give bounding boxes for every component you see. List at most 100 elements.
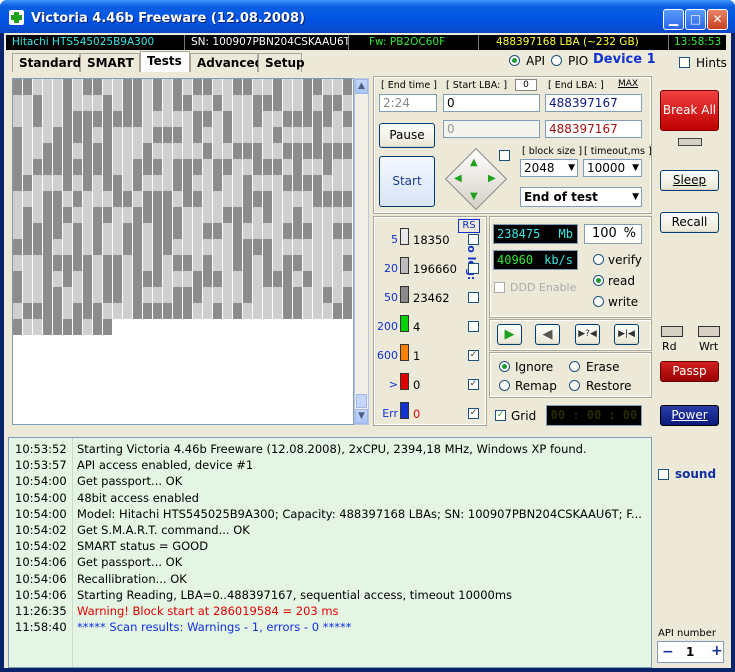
mode-write-radio[interactable] bbox=[593, 296, 604, 307]
pio-radio[interactable] bbox=[551, 55, 562, 66]
play-button[interactable]: ▶ bbox=[497, 324, 522, 345]
scan-block bbox=[113, 95, 122, 111]
passp-button[interactable]: Passp bbox=[660, 361, 719, 382]
scan-block bbox=[163, 223, 172, 239]
restore-radio[interactable] bbox=[569, 380, 580, 391]
scan-block bbox=[173, 207, 182, 223]
ddd-enable-checkbox[interactable] bbox=[494, 282, 505, 293]
scroll-up-button[interactable]: ▲ bbox=[355, 79, 368, 94]
scan-block bbox=[203, 239, 212, 255]
scan-map-scrollbar[interactable]: ▲ ▼ bbox=[354, 78, 369, 425]
scan-block bbox=[183, 143, 192, 159]
scan-block bbox=[333, 143, 342, 159]
to-log-checkbox[interactable] bbox=[468, 234, 479, 245]
scan-block bbox=[43, 111, 52, 127]
scroll-down-button[interactable]: ▼ bbox=[355, 409, 368, 424]
scan-block bbox=[83, 303, 92, 319]
log-message: Get passport... OK bbox=[77, 474, 183, 489]
title-bar[interactable]: Victoria 4.46b Freeware (12.08.2008) ▁ □… bbox=[0, 0, 735, 33]
latency-count: 0 bbox=[413, 407, 421, 421]
to-log-checkbox[interactable]: ✓ bbox=[468, 408, 479, 419]
block-size-select[interactable]: 2048 ▼ bbox=[520, 159, 578, 177]
mode-verify-radio[interactable] bbox=[593, 254, 604, 265]
scan-block bbox=[63, 319, 72, 335]
to-log-checkbox[interactable]: ✓ bbox=[468, 350, 479, 361]
scan-block bbox=[33, 111, 42, 127]
to-log-checkbox[interactable]: ✓ bbox=[468, 379, 479, 390]
scan-block bbox=[293, 255, 302, 271]
scan-block bbox=[263, 127, 272, 143]
scan-block bbox=[73, 79, 82, 95]
remap-radio[interactable] bbox=[499, 380, 510, 391]
scan-block bbox=[343, 127, 352, 143]
recall-button[interactable]: Recall bbox=[660, 212, 719, 233]
scan-block bbox=[293, 191, 302, 207]
log-time: 10:54:02 bbox=[15, 523, 67, 537]
tab-smart[interactable]: SMART bbox=[80, 53, 140, 72]
scan-map-grid bbox=[12, 78, 354, 425]
scan-block bbox=[213, 143, 222, 159]
to-log-checkbox[interactable] bbox=[468, 321, 479, 332]
api-radio[interactable] bbox=[509, 55, 520, 66]
erase-radio[interactable] bbox=[569, 361, 580, 372]
log-time: 10:54:00 bbox=[15, 490, 67, 505]
end-lba-field[interactable]: 488397167 bbox=[545, 94, 642, 112]
scan-block bbox=[123, 95, 132, 111]
scan-block bbox=[83, 271, 92, 287]
device-label[interactable]: Device 1 bbox=[593, 52, 656, 67]
scan-block bbox=[203, 191, 212, 207]
sleep-button[interactable]: Sleep bbox=[660, 170, 719, 191]
sound-checkbox[interactable] bbox=[658, 469, 669, 480]
scan-block bbox=[73, 255, 82, 271]
hints-checkbox[interactable] bbox=[679, 57, 690, 68]
to-log-checkbox[interactable] bbox=[468, 292, 479, 303]
mode-read-radio[interactable] bbox=[593, 275, 604, 286]
minimize-button[interactable]: ▁ bbox=[663, 9, 684, 30]
event-log[interactable]: 10:53:52 Starting Victoria 4.46b Freeware… bbox=[8, 437, 652, 668]
grid-checkbox[interactable]: ✓ bbox=[495, 410, 506, 421]
increment-button[interactable]: + bbox=[711, 643, 723, 659]
to-end-button[interactable]: ▶|◀ bbox=[614, 324, 639, 345]
scan-block bbox=[273, 287, 282, 303]
start-button[interactable]: Start bbox=[379, 156, 435, 207]
log-entry: 10:54:00 Model: Hitachi HTS545025B9A300; … bbox=[15, 507, 642, 521]
timeout-select[interactable]: 10000 ▼ bbox=[583, 159, 642, 177]
power-button[interactable]: Power bbox=[660, 405, 719, 426]
scan-block bbox=[343, 143, 352, 159]
maximize-button[interactable]: □ bbox=[685, 9, 706, 30]
start-lba-zero-button[interactable]: 0 bbox=[515, 79, 537, 91]
scan-block bbox=[133, 191, 142, 207]
end-time-field[interactable]: 2:24 bbox=[379, 94, 437, 112]
back-button[interactable]: ◀ bbox=[535, 324, 560, 345]
log-time: 11:26:35 bbox=[15, 604, 67, 618]
tab-advanced[interactable]: Advanced bbox=[190, 53, 263, 72]
ignore-radio[interactable] bbox=[499, 361, 510, 372]
scan-block bbox=[103, 287, 112, 303]
end-lba-max-button[interactable]: MAX bbox=[618, 79, 638, 89]
direction-checkbox[interactable] bbox=[499, 150, 510, 161]
scan-block bbox=[293, 111, 302, 127]
api-number-spinner[interactable]: − 1 + bbox=[657, 641, 724, 663]
scan-block bbox=[23, 239, 32, 255]
tab-tests[interactable]: Tests bbox=[140, 51, 190, 72]
tab-standard[interactable]: Standard bbox=[12, 53, 81, 72]
scan-block bbox=[43, 143, 52, 159]
scan-block bbox=[303, 175, 312, 191]
end-time-value: 2:24 bbox=[383, 96, 410, 110]
close-button[interactable]: ✕ bbox=[707, 9, 728, 30]
scan-block bbox=[153, 303, 162, 319]
scan-block bbox=[233, 191, 242, 207]
end-action-select[interactable]: End of test ▼ bbox=[520, 187, 642, 207]
tab-setup[interactable]: Setup bbox=[258, 53, 305, 72]
rs-reset-button[interactable]: RS bbox=[458, 219, 480, 233]
scan-block bbox=[13, 111, 22, 127]
scroll-thumb[interactable] bbox=[356, 394, 367, 408]
decrement-button[interactable]: − bbox=[662, 644, 674, 660]
drive-info-bar: Hitachi HTS545025B9A300 SN: 100907PBN204… bbox=[6, 35, 726, 50]
break-all-button[interactable]: Break All bbox=[660, 90, 719, 131]
skip-back-button[interactable]: ▶?◀ bbox=[575, 324, 600, 345]
to-log-checkbox[interactable] bbox=[468, 263, 479, 274]
start-lba-field[interactable]: 0 bbox=[443, 94, 540, 112]
scan-block bbox=[33, 319, 42, 335]
pause-button[interactable]: Pause bbox=[379, 123, 435, 148]
